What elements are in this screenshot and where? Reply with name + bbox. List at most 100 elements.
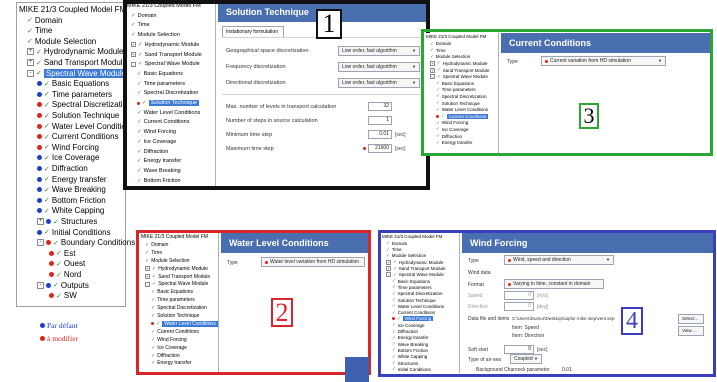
- tree-node[interactable]: ✓ Wave Breaking: [37, 185, 106, 194]
- legend-modify-text: à modifier: [47, 334, 79, 343]
- panel-number-4: 4: [621, 307, 643, 335]
- tree-node-label: Water Level Conditions: [51, 121, 135, 131]
- check-icon: ✓: [44, 101, 50, 109]
- tree-node[interactable]: - ✓ Boundary Conditions: [37, 238, 135, 247]
- check-icon: ✓: [44, 91, 50, 99]
- red-bullet-icon: [40, 336, 45, 341]
- check-icon: ✓: [44, 144, 50, 152]
- tree-node-label: Ouest: [63, 259, 86, 269]
- blue-bullet-icon: [37, 91, 42, 97]
- check-icon: ✓: [44, 154, 50, 162]
- red-bullet-icon: [37, 102, 42, 108]
- tree-node[interactable]: ✓ Diffraction: [37, 164, 88, 173]
- check-icon: ✓: [56, 260, 62, 268]
- tree-node-label: MIKE 21/3 Coupled Model FM: [19, 5, 127, 14]
- expand-icon[interactable]: +: [27, 59, 34, 66]
- tree-node-label: Time parameters: [51, 89, 113, 99]
- tree-node-label: Structures: [60, 217, 98, 226]
- collapse-icon[interactable]: -: [27, 69, 34, 77]
- frame-3: [421, 29, 713, 156]
- tree-node[interactable]: - ✓ Outputs: [37, 281, 89, 290]
- blue-bullet-icon: [37, 197, 42, 203]
- tree-node[interactable]: ✓ Basic Equations: [37, 79, 109, 88]
- blue-bullet-icon: [40, 323, 45, 328]
- tree-node[interactable]: ✓ Domain: [27, 16, 62, 25]
- tree-node-label: Current Conditions: [51, 132, 119, 142]
- tree-node[interactable]: ✓ Energy transfer: [37, 175, 107, 184]
- check-icon: ✓: [36, 59, 42, 67]
- tree-node[interactable]: ✓ Time: [27, 26, 52, 35]
- expand-icon[interactable]: +: [27, 48, 34, 56]
- blue-bullet-icon: [46, 282, 51, 288]
- panel-number-3: 3: [579, 103, 599, 129]
- check-icon: ✓: [56, 250, 62, 258]
- check-icon: ✓: [44, 112, 50, 120]
- tree-node-label: Sand Transport Module: [43, 58, 128, 67]
- panel-number-1: 1: [316, 9, 342, 39]
- tree-node-label: Domain: [34, 15, 63, 25]
- check-icon: ✓: [44, 133, 50, 141]
- blue-bullet-icon: [37, 229, 42, 235]
- tree-node[interactable]: ✓ Current Conditions: [37, 132, 119, 141]
- tree-node[interactable]: ✓ Module Selection: [27, 37, 96, 46]
- tree-node-label: Hydrodynamic Module: [43, 47, 124, 57]
- tree-node[interactable]: ✓ Bottom Friction: [37, 196, 106, 205]
- tree-node-label: Outputs: [60, 280, 89, 290]
- red-bullet-icon: [49, 272, 54, 277]
- frame-1: [123, 0, 430, 190]
- collapse-icon[interactable]: -: [37, 281, 44, 289]
- tree-node[interactable]: ✓ Solution Technique: [37, 111, 119, 120]
- tree-node[interactable]: ✓ Spectral Discretization: [37, 100, 131, 109]
- red-bullet-icon: [37, 123, 42, 129]
- tree-node[interactable]: ✓ Initial Conditions: [37, 228, 111, 237]
- tree-node[interactable]: ✓ Wind Forcing: [37, 143, 99, 152]
- legend-default: Par défaut: [40, 321, 78, 330]
- check-icon: ✓: [53, 239, 59, 247]
- tree-node[interactable]: ✓ White Capping: [37, 206, 104, 215]
- check-icon: ✓: [27, 27, 33, 35]
- blue-bullet-icon: [37, 187, 42, 193]
- tree-node[interactable]: ✓ SW: [49, 291, 77, 300]
- tree-node[interactable]: ✓ Ice Coverage: [37, 153, 99, 162]
- tree-node-label: Energy transfer: [51, 174, 107, 184]
- frame-4: [378, 230, 716, 377]
- check-icon: ✓: [44, 80, 50, 88]
- tree-node[interactable]: ✓ Time parameters: [37, 90, 112, 99]
- tree-node[interactable]: - ✓ Spectral Wave Module: [27, 68, 129, 78]
- collapse-icon[interactable]: -: [37, 239, 44, 247]
- legend-modify: à modifier: [40, 334, 78, 343]
- blue-bullet-icon: [46, 219, 51, 224]
- check-icon: ✓: [53, 282, 59, 290]
- tree-node-label: Spectral Discretization: [51, 100, 132, 110]
- tree-node[interactable]: + ✓ Hydrodynamic Module: [27, 47, 123, 56]
- tree-node-label: Time: [34, 26, 53, 36]
- blue-bullet-icon: [37, 176, 42, 182]
- tree-node-label: Boundary Conditions: [60, 238, 136, 248]
- tree-node-label: Initial Conditions: [51, 227, 111, 237]
- tree-node[interactable]: ✓ Nord: [49, 270, 81, 279]
- red-bullet-icon: [37, 134, 42, 140]
- tree-node[interactable]: MIKE 21/3 Coupled Model FM: [19, 5, 126, 14]
- tree-node[interactable]: ✓ Est: [49, 249, 75, 258]
- tree-node-label: Module Selection: [34, 36, 97, 46]
- tree-node[interactable]: + ✓ Structures: [37, 217, 97, 226]
- blue-bullet-icon: [37, 166, 42, 171]
- check-icon: ✓: [44, 186, 50, 194]
- expand-icon[interactable]: +: [37, 218, 44, 225]
- tree-node-label: Bottom Friction: [51, 195, 106, 205]
- tree-node[interactable]: ✓ Water Level Conditions: [37, 122, 134, 131]
- tree-node[interactable]: + ✓ Sand Transport Module: [27, 58, 127, 67]
- blue-bullet-icon: [37, 208, 42, 214]
- check-icon: ✓: [56, 292, 62, 300]
- legend-square: [345, 357, 369, 382]
- check-icon: ✓: [56, 271, 62, 279]
- tree-node-label: White Capping: [51, 206, 105, 216]
- legend-default-text: Par défaut: [47, 321, 78, 330]
- composite-screenshot: MIKE 21/3 Coupled Model FM ✓ Domain ✓ Time ✓ M…: [0, 0, 717, 382]
- main-model-tree: MIKE 21/3 Coupled Model FM ✓ Domain ✓ Time ✓ M…: [16, 2, 135, 307]
- tree-node[interactable]: ✓ Ouest: [49, 259, 85, 268]
- tree-node-label: Wind Forcing: [51, 142, 99, 152]
- check-icon: ✓: [53, 218, 59, 226]
- check-icon: ✓: [36, 48, 42, 56]
- frame-2: [136, 230, 371, 375]
